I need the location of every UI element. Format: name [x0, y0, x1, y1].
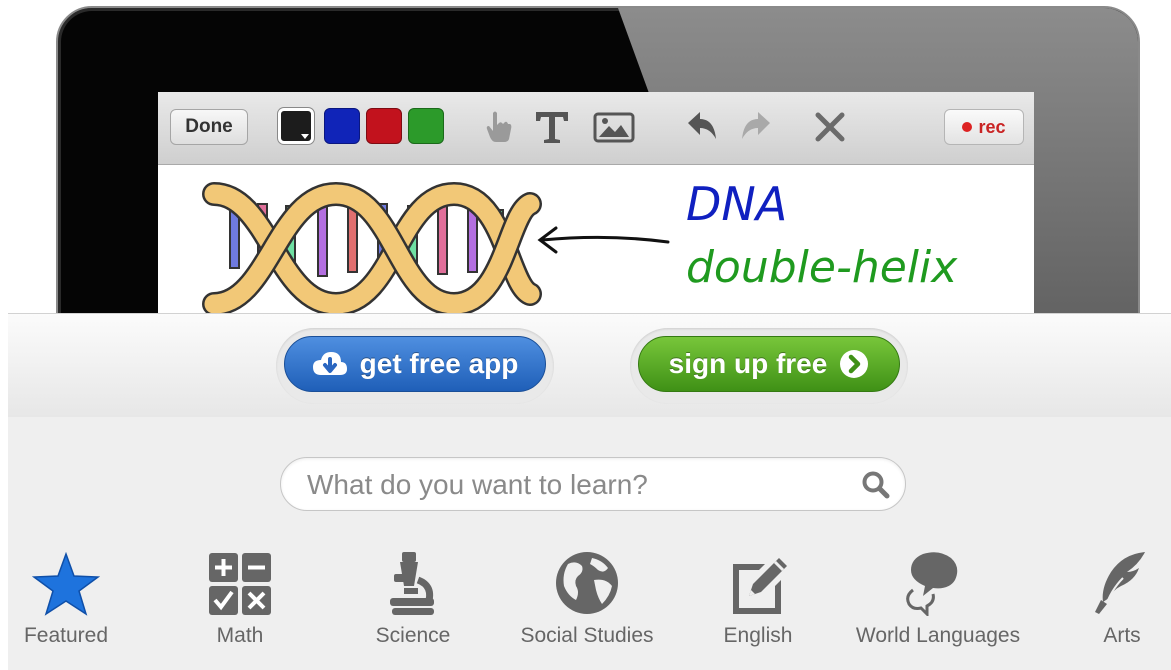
category-arts[interactable]: Arts	[1064, 548, 1171, 658]
cloud-download-icon	[312, 352, 347, 375]
category-label: English	[723, 624, 793, 647]
star-icon	[32, 552, 100, 616]
quill-icon	[1095, 552, 1145, 614]
whiteboard-canvas: DNA double-helix	[202, 177, 958, 317]
category-label: Social Studies	[520, 624, 654, 647]
color-swatch-green[interactable]	[408, 108, 444, 144]
microscope-icon	[390, 552, 434, 615]
image-tool-icon[interactable]	[592, 109, 636, 145]
category-label: Science	[375, 624, 451, 647]
undo-icon[interactable]	[684, 109, 720, 145]
record-dot-icon	[962, 122, 973, 132]
get-free-app-button[interactable]: get free app	[284, 336, 546, 392]
color-swatch-blue[interactable]	[324, 108, 360, 144]
search-input[interactable]	[305, 466, 849, 504]
redo-icon[interactable]	[738, 109, 774, 145]
chevron-right-circle-icon	[840, 350, 869, 378]
search-icon[interactable]	[861, 470, 891, 500]
get-free-app-label: get free app	[359, 348, 519, 379]
whiteboard-toolbar: Done rec	[158, 92, 1034, 165]
call-to-action-band: get free app sign up free	[8, 313, 1171, 418]
calculator-icon	[209, 553, 271, 615]
category-label: Math	[216, 624, 264, 647]
search-bar[interactable]	[280, 457, 906, 511]
speech-bubbles-icon	[906, 552, 958, 616]
dna-helix-drawing	[202, 181, 542, 317]
category-math[interactable]: Math	[182, 548, 298, 658]
hand-pointer-icon[interactable]	[484, 109, 514, 145]
sign-up-free-label: sign up free	[668, 348, 828, 379]
globe-icon	[556, 552, 618, 614]
color-swatch-black[interactable]	[278, 108, 314, 144]
get-app-button-well: get free app	[276, 328, 554, 404]
sign-up-free-button[interactable]: sign up free	[638, 336, 900, 392]
category-label: World Languages	[855, 624, 1021, 647]
category-world-languages[interactable]: World Languages	[848, 548, 1028, 658]
double-helix-handwritten-text: double-helix	[686, 242, 958, 293]
text-tool-icon[interactable]	[532, 109, 572, 145]
pencil-paper-icon	[733, 558, 787, 614]
dna-handwritten-text: DNA	[686, 177, 787, 231]
whiteboard-screen: Done rec DNA double-helix	[158, 92, 1034, 332]
category-social-studies[interactable]: Social Studies	[516, 548, 658, 658]
record-label: rec	[978, 117, 1006, 137]
record-button[interactable]: rec	[944, 109, 1024, 145]
done-button[interactable]: Done	[170, 109, 248, 145]
color-swatch-red[interactable]	[366, 108, 402, 144]
category-label: Featured	[23, 624, 109, 647]
signup-button-well: sign up free	[630, 328, 908, 404]
category-english[interactable]: English	[700, 548, 816, 658]
clear-close-icon[interactable]	[812, 109, 848, 145]
category-label: Arts	[1103, 624, 1141, 647]
category-featured[interactable]: Featured	[8, 548, 124, 658]
category-science[interactable]: Science	[355, 548, 471, 658]
arrow-drawing	[537, 226, 670, 254]
